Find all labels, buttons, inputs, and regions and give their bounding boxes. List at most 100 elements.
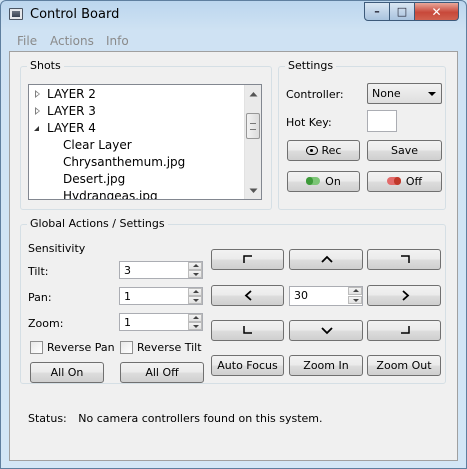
menu-file[interactable]: File — [17, 34, 37, 48]
hotkey-input[interactable] — [367, 110, 397, 132]
rec-label: Rec — [321, 144, 342, 157]
pan-value: 1 — [124, 290, 131, 303]
reverse-tilt-checkbox[interactable] — [120, 341, 133, 354]
tree-item-clear-layer[interactable]: Clear Layer — [63, 138, 132, 154]
tilt-up-button[interactable] — [289, 249, 363, 270]
all-on-label: All On — [50, 366, 84, 379]
close-icon: ✕ — [431, 4, 442, 19]
expanded-arrow-icon[interactable] — [34, 126, 39, 131]
settings-group-title: Settings — [285, 59, 337, 72]
auto-focus-button[interactable]: Auto Focus — [211, 355, 284, 376]
tree-item-label: LAYER 2 — [47, 87, 96, 101]
speed-spin-buttons — [348, 287, 362, 305]
client-area: Shots LAYER 2 LAYER 3 LAYER 4 Clear Laye… — [9, 51, 458, 461]
pan-down-left-button[interactable] — [211, 320, 284, 341]
tree-item-label: Chrysanthemum.jpg — [63, 155, 186, 169]
close-button[interactable]: ✕ — [414, 2, 459, 21]
reverse-pan-checkbox[interactable] — [30, 341, 43, 354]
corner-bottom-left-icon — [243, 326, 252, 334]
zoom-out-button[interactable]: Zoom Out — [367, 355, 441, 376]
control-board-window: Control Board – □ ✕ File Actions Info Sh… — [0, 0, 467, 469]
pan-up-left-button[interactable] — [211, 249, 284, 270]
menu-bar: File Actions Info — [9, 31, 458, 51]
tilt-label: Tilt: — [28, 265, 49, 278]
off-button[interactable]: Off — [367, 171, 442, 192]
pan-up-right-button[interactable] — [367, 249, 441, 270]
all-off-button[interactable]: All Off — [120, 362, 204, 383]
zoom-decrement-icon[interactable] — [188, 322, 202, 330]
controller-dropdown[interactable]: None — [367, 83, 442, 104]
scroll-up-icon — [249, 91, 257, 96]
scroll-up-button[interactable] — [245, 85, 261, 102]
chevron-left-icon — [244, 290, 252, 301]
zoom-out-label: Zoom Out — [376, 359, 432, 372]
shots-group-title: Shots — [27, 59, 64, 72]
menu-actions[interactable]: Actions — [50, 34, 94, 48]
tilt-stepper[interactable]: 3 — [119, 261, 203, 279]
pan-left-button[interactable] — [211, 285, 284, 306]
status-bar: Status: No camera controllers found on t… — [28, 412, 323, 425]
zoom-stepper[interactable]: 1 — [119, 313, 203, 331]
speed-stepper[interactable]: 30 — [289, 286, 363, 306]
maximize-button[interactable]: □ — [389, 2, 415, 21]
all-on-button[interactable]: All On — [30, 362, 104, 383]
chevron-down-icon — [428, 92, 436, 96]
collapsed-arrow-icon[interactable] — [35, 107, 40, 115]
collapsed-arrow-icon[interactable] — [35, 90, 40, 98]
auto-focus-label: Auto Focus — [217, 359, 278, 372]
status-message: No camera controllers found on this syst… — [78, 412, 323, 425]
save-button[interactable]: Save — [367, 140, 442, 161]
shots-tree[interactable]: LAYER 2 LAYER 3 LAYER 4 Clear Layer Chry… — [28, 84, 262, 200]
pan-spin-buttons — [188, 288, 202, 304]
menu-info[interactable]: Info — [106, 34, 129, 48]
tree-item-desert[interactable]: Desert.jpg — [63, 172, 125, 188]
tilt-increment-icon[interactable] — [188, 262, 202, 270]
global-actions-group-title: Global Actions / Settings — [27, 217, 168, 230]
toggle-off-icon — [386, 177, 401, 185]
app-icon — [9, 8, 23, 20]
chevron-down-icon — [321, 327, 333, 335]
record-icon — [305, 146, 318, 155]
tree-item-chrysanthemum[interactable]: Chrysanthemum.jpg — [63, 155, 185, 171]
pan-label: Pan: — [28, 291, 52, 304]
pan-right-button[interactable] — [367, 285, 441, 306]
all-off-label: All Off — [145, 366, 179, 379]
chevron-right-icon — [402, 290, 410, 301]
pan-stepper[interactable]: 1 — [119, 287, 203, 305]
scroll-down-icon — [249, 188, 257, 193]
minimize-icon: – — [374, 5, 380, 18]
pan-decrement-icon[interactable] — [188, 296, 202, 304]
reverse-pan-label[interactable]: Reverse Pan — [47, 341, 115, 354]
chevron-up-icon — [321, 255, 333, 263]
tilt-decrement-icon[interactable] — [188, 270, 202, 278]
tilt-value: 3 — [124, 264, 131, 277]
controller-value: None — [372, 87, 401, 100]
rec-button[interactable]: Rec — [287, 140, 360, 161]
zoom-value: 1 — [124, 316, 131, 329]
tree-item-label: LAYER 4 — [47, 121, 96, 135]
tree-item-hydrangeas[interactable]: Hydrangeas.jpg — [63, 189, 158, 199]
tree-scrollbar[interactable] — [244, 85, 261, 199]
toggle-on-icon — [306, 177, 321, 185]
scroll-thumb[interactable] — [246, 113, 260, 139]
speed-decrement-icon[interactable] — [348, 296, 362, 304]
tilt-down-button[interactable] — [289, 320, 363, 341]
maximize-icon: □ — [396, 5, 408, 18]
on-button[interactable]: On — [287, 171, 360, 192]
reverse-tilt-label[interactable]: Reverse Tilt — [137, 341, 202, 354]
window-title: Control Board — [30, 7, 120, 22]
tree-item-label: LAYER 3 — [47, 104, 96, 118]
scroll-down-button[interactable] — [245, 182, 261, 199]
minimize-button[interactable]: – — [364, 2, 390, 21]
off-label: Off — [405, 175, 423, 188]
corner-top-left-icon — [243, 255, 252, 263]
controller-label: Controller: — [286, 88, 344, 101]
zoom-in-button[interactable]: Zoom In — [289, 355, 363, 376]
speed-increment-icon[interactable] — [348, 287, 362, 295]
pan-down-right-button[interactable] — [367, 320, 441, 341]
title-bar[interactable]: Control Board – □ ✕ — [1, 1, 466, 29]
zoom-increment-icon[interactable] — [188, 314, 202, 322]
tilt-spin-buttons — [188, 262, 202, 278]
sensitivity-label: Sensitivity — [28, 242, 86, 255]
pan-increment-icon[interactable] — [188, 288, 202, 296]
